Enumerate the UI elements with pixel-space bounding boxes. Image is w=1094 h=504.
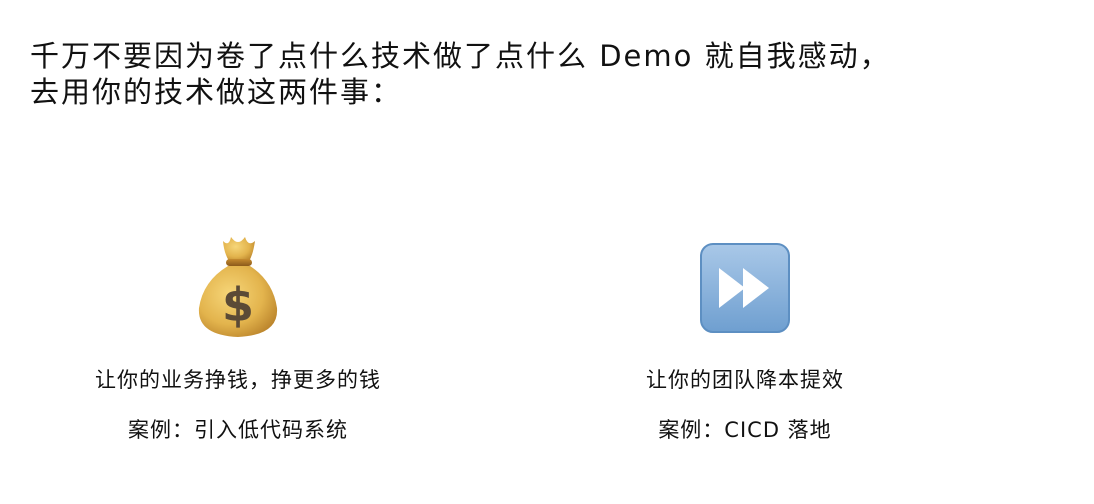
item-card-revenue: $ 让你的业务挣钱，挣更多的钱 案例：引入低代码系统 xyxy=(28,228,448,444)
money-bag-icon: $ xyxy=(28,228,448,348)
item-example: 案例：CICD 落地 xyxy=(658,418,832,442)
headline-line-1: 千万不要因为卷了点什么技术做了点什么 Demo 就自我感动， xyxy=(30,39,891,73)
item-description: 让你的业务挣钱，挣更多的钱 xyxy=(95,368,381,392)
item-description: 让你的团队降本提效 xyxy=(646,368,844,392)
headline-line-2: 去用你的技术做这两件事： xyxy=(30,75,403,109)
svg-text:$: $ xyxy=(222,278,254,332)
headline: 千万不要因为卷了点什么技术做了点什么 Demo 就自我感动， 去用你的技术做这两… xyxy=(30,38,1070,110)
fast-forward-icon xyxy=(535,228,955,348)
item-example: 案例：引入低代码系统 xyxy=(128,418,348,442)
item-card-efficiency: 让你的团队降本提效 案例：CICD 落地 xyxy=(535,228,955,444)
